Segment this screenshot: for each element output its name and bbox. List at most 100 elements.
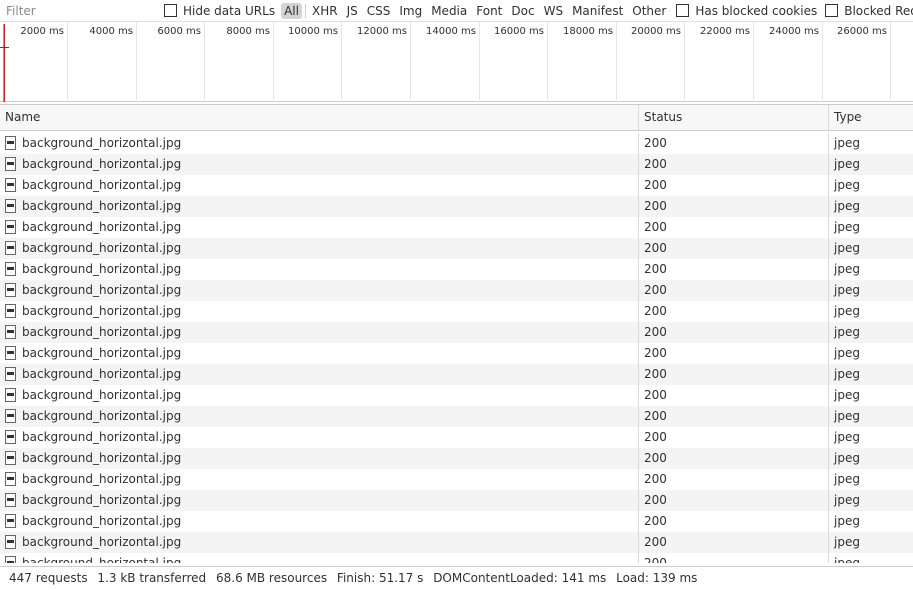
table-row[interactable]: background_horizontal.jpg 200 jpeg [0,322,913,343]
table-row[interactable]: background_horizontal.jpg 200 jpeg [0,385,913,406]
table-row[interactable]: background_horizontal.jpg 200 jpeg [0,175,913,196]
request-name-cell[interactable]: background_horizontal.jpg [0,343,639,364]
request-name-cell[interactable]: background_horizontal.jpg [0,217,639,238]
type-filter-other[interactable]: Other [629,3,669,19]
request-name: background_horizontal.jpg [22,241,182,255]
request-name-cell[interactable]: background_horizontal.jpg [0,259,639,280]
column-header-type[interactable]: Type [829,105,913,130]
request-status-cell: 200 [639,196,829,217]
type-filter-all[interactable]: All [281,2,302,19]
table-row[interactable]: background_horizontal.jpg 200 jpeg [0,427,913,448]
request-status-cell: 200 [639,343,829,364]
filter-input[interactable] [0,0,156,21]
has-blocked-cookies-checkbox[interactable]: Has blocked cookies [676,4,817,18]
hide-data-urls-checkbox[interactable]: Hide data URLs [164,4,275,18]
dom-content-loaded-time: DOMContentLoaded: 141 ms [433,571,607,585]
table-row[interactable]: background_horizontal.jpg 200 jpeg [0,259,913,280]
table-row[interactable]: background_horizontal.jpg 200 jpeg [0,301,913,322]
table-row[interactable]: background_horizontal.jpg 200 jpeg [0,553,913,563]
request-status-cell: 200 [639,427,829,448]
type-filter-manifest[interactable]: Manifest [569,3,626,19]
request-name-cell[interactable]: background_horizontal.jpg [0,133,639,154]
request-type-cell: jpeg [834,136,860,150]
table-row[interactable]: background_horizontal.jpg 200 jpeg [0,280,913,301]
image-file-icon [5,409,16,423]
request-name-cell[interactable]: background_horizontal.jpg [0,196,639,217]
table-row[interactable]: background_horizontal.jpg 200 jpeg [0,406,913,427]
checkbox-box[interactable] [676,4,690,17]
table-row[interactable]: background_horizontal.jpg 200 jpeg [0,238,913,259]
table-row[interactable]: background_horizontal.jpg 200 jpeg [0,364,913,385]
checkbox-box[interactable] [164,4,177,17]
type-filter-ws[interactable]: WS [541,3,566,19]
request-type-cell: jpeg [834,388,860,402]
request-name-cell[interactable]: background_horizontal.jpg [0,490,639,511]
timeline-overview[interactable]: 2000 ms 4000 ms 6000 ms 8000 ms 10000 ms 1200… [0,22,913,102]
request-name-cell[interactable]: background_horizontal.jpg [0,448,639,469]
request-type-cell: jpeg [834,493,860,507]
table-row[interactable]: background_horizontal.jpg 200 jpeg [0,133,913,154]
type-filter-js[interactable]: JS [344,3,361,19]
request-name: background_horizontal.jpg [22,157,182,171]
type-filter-doc[interactable]: Doc [508,3,537,19]
transferred-size: 1.3 kB transferred [97,571,207,585]
request-name-cell[interactable]: background_horizontal.jpg [0,469,639,490]
request-name: background_horizontal.jpg [22,535,182,549]
request-name-cell[interactable]: background_horizontal.jpg [0,301,639,322]
table-row[interactable]: background_horizontal.jpg 200 jpeg [0,511,913,532]
table-row[interactable]: background_horizontal.jpg 200 jpeg [0,196,913,217]
table-row[interactable]: background_horizontal.jpg 200 jpeg [0,217,913,238]
table-row[interactable]: background_horizontal.jpg 200 jpeg [0,490,913,511]
request-status-cell: 200 [639,301,829,322]
request-name-cell[interactable]: background_horizontal.jpg [0,175,639,196]
request-type-cell: jpeg [834,514,860,528]
image-file-icon [5,472,16,486]
request-status-cell: 200 [639,322,829,343]
request-name: background_horizontal.jpg [22,514,182,528]
request-status-cell: 200 [639,406,829,427]
table-row[interactable]: background_horizontal.jpg 200 jpeg [0,448,913,469]
column-header-status[interactable]: Status [639,105,829,130]
request-type-cell: jpeg [834,283,860,297]
load-time: Load: 139 ms [616,571,698,585]
type-filter-css[interactable]: CSS [364,3,394,19]
request-count: 447 requests [9,571,88,585]
request-name-cell[interactable]: background_horizontal.jpg [0,238,639,259]
request-name-cell[interactable]: background_horizontal.jpg [0,532,639,553]
request-name: background_horizontal.jpg [22,409,182,423]
request-name-cell[interactable]: background_horizontal.jpg [0,322,639,343]
request-name-cell[interactable]: background_horizontal.jpg [0,385,639,406]
request-name-cell[interactable]: background_horizontal.jpg [0,511,639,532]
request-status-cell: 200 [639,133,829,154]
table-row[interactable]: background_horizontal.jpg 200 jpeg [0,154,913,175]
request-type-cell: jpeg [834,367,860,381]
request-status-cell: 200 [639,259,829,280]
type-filter-xhr[interactable]: XHR [309,3,341,19]
request-type-cell: jpeg [834,262,860,276]
request-name: background_horizontal.jpg [22,304,182,318]
type-filter-media[interactable]: Media [428,3,470,19]
requests-table-body: background_horizontal.jpg 200 jpeg backgrou… [0,133,913,563]
image-file-icon [5,283,16,297]
request-name-cell[interactable]: background_horizontal.jpg [0,427,639,448]
request-name-cell[interactable]: background_horizontal.jpg [0,553,639,563]
request-name: background_horizontal.jpg [22,493,182,507]
table-row[interactable]: background_horizontal.jpg 200 jpeg [0,343,913,364]
type-filter-font[interactable]: Font [473,3,505,19]
requests-table-header: Name Status Type [0,104,913,131]
column-header-name[interactable]: Name [0,105,639,130]
request-name-cell[interactable]: background_horizontal.jpg [0,406,639,427]
request-type-cell: jpeg [834,430,860,444]
request-name-cell[interactable]: background_horizontal.jpg [0,154,639,175]
blocked-requests-checkbox[interactable]: Blocked Requests [825,4,913,18]
request-name-cell[interactable]: background_horizontal.jpg [0,280,639,301]
request-name: background_horizontal.jpg [22,430,182,444]
request-name-cell[interactable]: background_horizontal.jpg [0,364,639,385]
checkbox-box[interactable] [825,4,839,17]
image-file-icon [5,451,16,465]
type-filter-img[interactable]: Img [396,3,425,19]
table-row[interactable]: background_horizontal.jpg 200 jpeg [0,469,913,490]
table-row[interactable]: background_horizontal.jpg 200 jpeg [0,532,913,553]
request-status-cell: 200 [639,532,829,553]
image-file-icon [5,199,16,213]
